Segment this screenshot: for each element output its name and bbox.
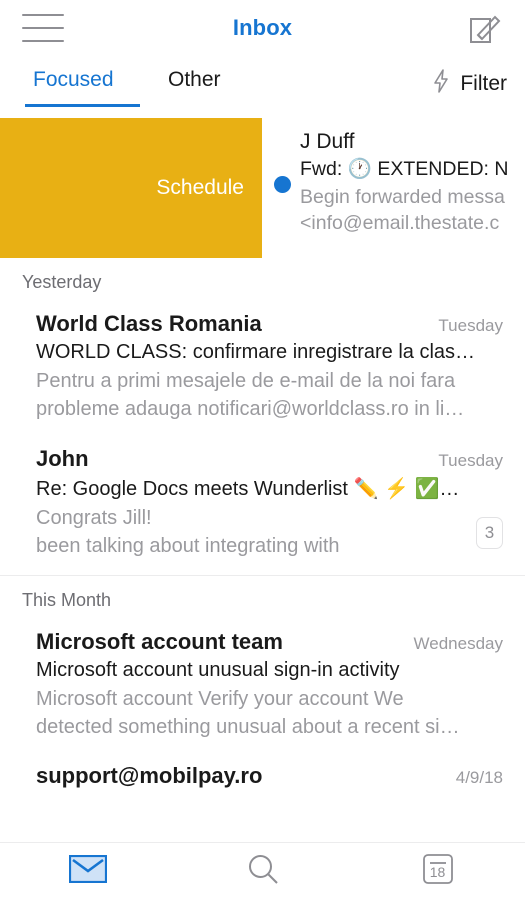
email-app: Inbox Focused Other Filter Schedule J Du…: [0, 0, 525, 900]
message-date: Tuesday: [438, 450, 503, 470]
tab-mail[interactable]: [0, 854, 175, 888]
hamburger-line: [22, 40, 64, 42]
preview-line: <info@email.thestate.c: [300, 212, 500, 235]
list-item[interactable]: John Tuesday Re: Google Docs meets Wunde…: [0, 438, 525, 575]
tab-search[interactable]: [175, 852, 350, 891]
unread-dot: [274, 176, 291, 193]
tab-selected-indicator: [25, 104, 140, 107]
preview-line: Pentru a primi mesajele de e-mail de la …: [36, 370, 456, 392]
tab-other[interactable]: Other: [168, 68, 221, 92]
lightning-bolt-icon: [431, 68, 451, 99]
swiped-message-text: J Duff Fwd: 🕐 EXTENDED: N Begin forwarde…: [300, 130, 525, 258]
swiped-message-row[interactable]: Schedule J Duff Fwd: 🕐 EXTENDED: N Begin…: [0, 118, 525, 258]
sender-name: Microsoft account team: [36, 628, 283, 654]
row-header: support@mobilpay.ro 4/9/18: [36, 763, 503, 789]
subject-line: WORLD CLASS: confirmare inregistrare la …: [36, 341, 476, 363]
list-item[interactable]: World Class Romania Tuesday WORLD CLASS:…: [0, 303, 525, 438]
compose-icon[interactable]: [465, 10, 503, 48]
search-icon: [246, 852, 280, 891]
preview-text: Microsoft account Verify your account We…: [36, 685, 503, 742]
hamburger-menu-icon[interactable]: [22, 14, 64, 42]
row-header: World Class Romania Tuesday: [36, 311, 503, 337]
message-date: Wednesday: [413, 633, 503, 653]
preview-line: detected something unusual about a recen…: [36, 715, 460, 738]
hamburger-line: [22, 14, 64, 16]
message-list[interactable]: Schedule J Duff Fwd: 🕐 EXTENDED: N Begin…: [0, 118, 525, 842]
bottom-tab-bar: 18: [0, 842, 525, 900]
row-header: Microsoft account team Wednesday: [36, 629, 503, 655]
list-item[interactable]: support@mobilpay.ro 4/9/18: [0, 755, 525, 803]
message-date: Tuesday: [438, 316, 503, 335]
preview-text: Congrats Jill! been talking about integr…: [36, 504, 503, 561]
sender-name: J Duff: [300, 130, 355, 153]
page-title: Inbox: [232, 15, 293, 40]
preview-line: been talking about integrating with: [36, 535, 340, 558]
hamburger-line: [22, 27, 64, 29]
subject-line: Microsoft account unusual sign-in activi…: [36, 658, 400, 681]
preview-line: Microsoft account Verify your account We: [36, 687, 404, 710]
filter-label: Filter: [460, 71, 507, 95]
list-item[interactable]: Microsoft account team Wednesday Microso…: [0, 621, 525, 756]
sender-name: support@mobilpay.ro: [36, 763, 263, 789]
sender-name: John: [36, 445, 89, 471]
filter-button[interactable]: Filter: [431, 68, 507, 99]
preview-line: Congrats Jill!: [36, 506, 152, 529]
row-header: John Tuesday: [36, 446, 503, 472]
preview-line: probleme adauga notificari@worldclass.ro…: [36, 398, 465, 421]
tab-calendar[interactable]: 18: [350, 852, 525, 891]
section-header-this-month: This Month: [22, 589, 112, 610]
schedule-swipe-action[interactable]: Schedule: [0, 118, 262, 258]
calendar-day-label: 18: [429, 863, 446, 880]
pivot-tabs: Focused Other Filter: [0, 56, 525, 118]
top-bar: Inbox: [0, 0, 525, 56]
message-date: 4/9/18: [455, 768, 503, 788]
section-header-yesterday: Yesterday: [22, 272, 102, 292]
preview-text: Pentru a primi mesajele de e-mail de la …: [36, 367, 503, 424]
subject-line: Fwd: 🕐 EXTENDED: N: [300, 158, 509, 180]
swiped-message-content[interactable]: J Duff Fwd: 🕐 EXTENDED: N Begin forwarde…: [262, 118, 525, 258]
sender-name: World Class Romania: [36, 311, 262, 336]
schedule-action-label: Schedule: [156, 176, 244, 199]
subject-line: Re: Google Docs meets Wunderlist ✏️ ⚡ ✅…: [36, 477, 460, 500]
thread-count-badge: 3: [476, 516, 503, 549]
tab-focused[interactable]: Focused: [33, 68, 114, 92]
preview-line: Begin forwarded messa: [300, 186, 505, 208]
calendar-icon: 18: [421, 852, 455, 891]
mail-icon: [68, 854, 107, 888]
